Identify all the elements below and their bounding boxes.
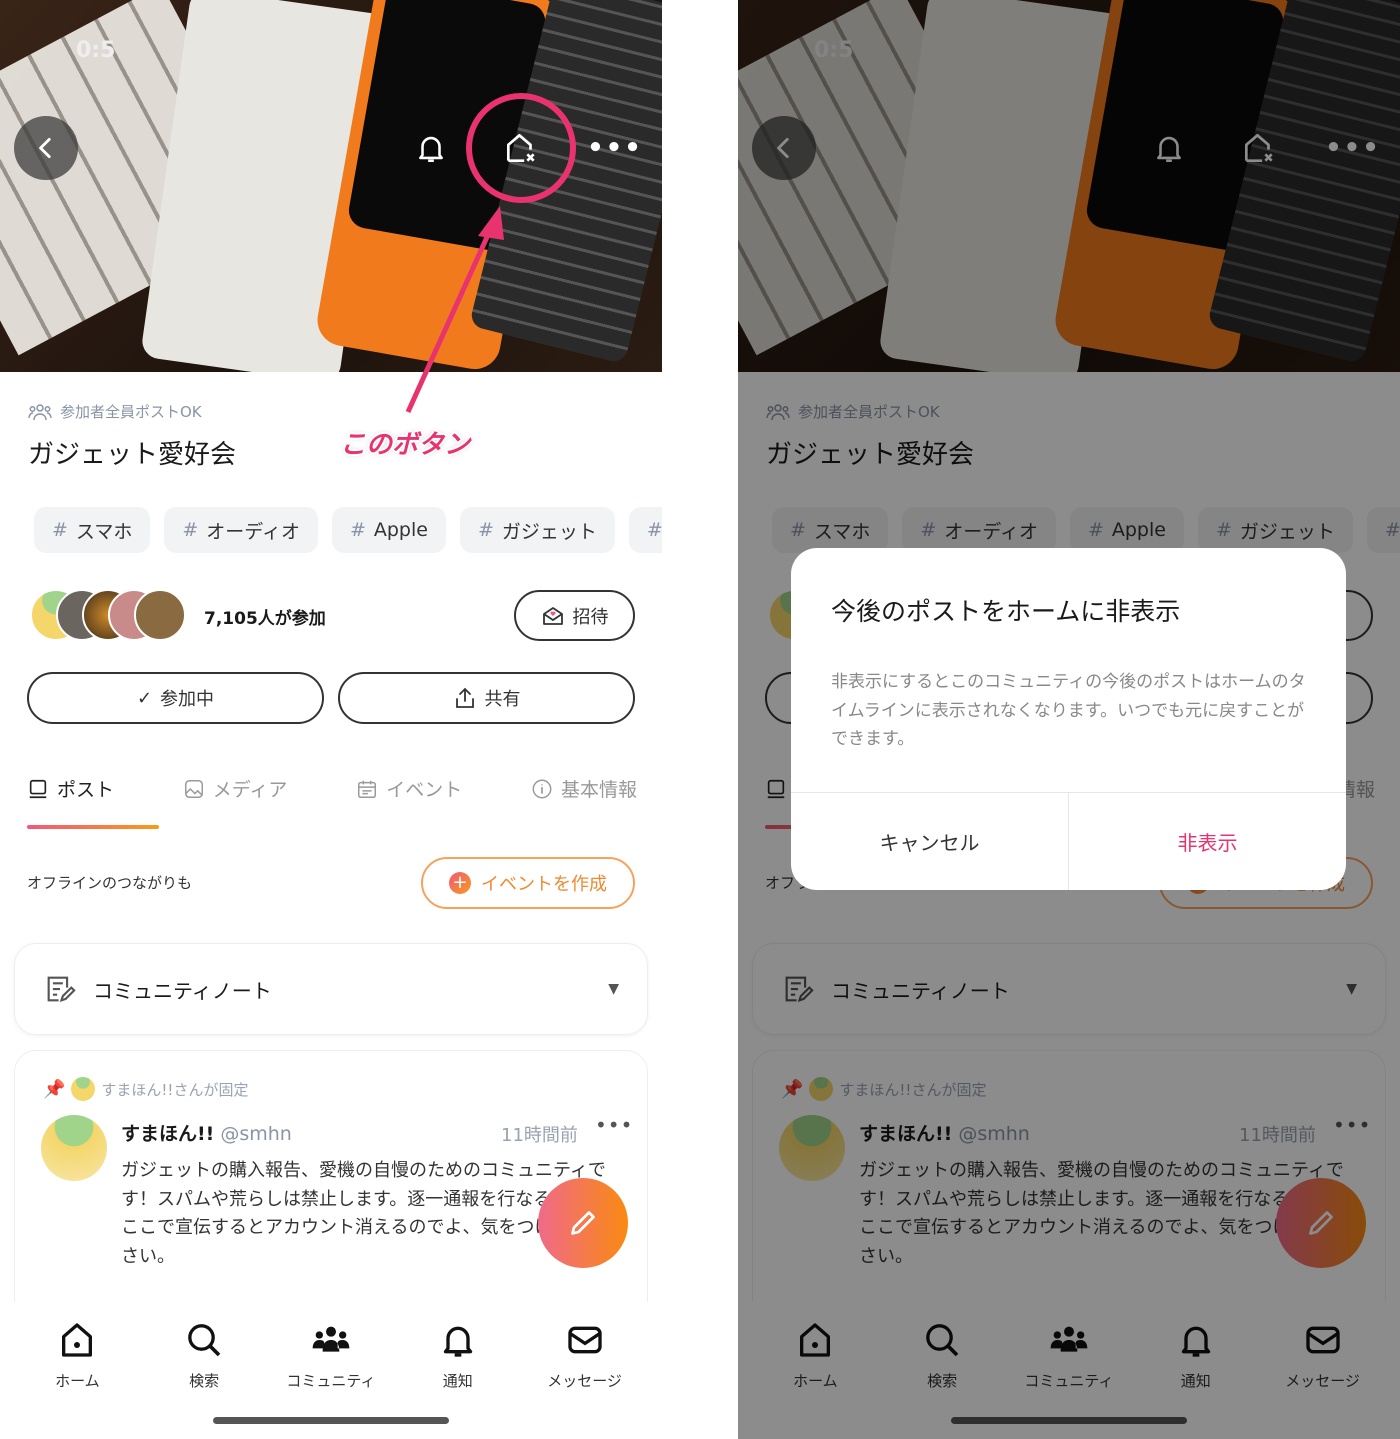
joined-label: 参加中 xyxy=(160,689,215,710)
avatar xyxy=(71,1077,96,1101)
member-avatars[interactable] xyxy=(30,589,186,641)
tag-label: オーディオ xyxy=(206,520,300,543)
tag-chip[interactable]: # スマホ xyxy=(34,507,151,553)
tab-media[interactable]: メディア xyxy=(183,775,288,802)
nav-label: 検索 xyxy=(189,1372,220,1390)
status-bar-time: 0:5 xyxy=(76,38,116,63)
note-icon xyxy=(47,976,76,1003)
cancel-button[interactable]: キャンセル xyxy=(791,793,1068,890)
permission-text: 参加者全員ポストOK xyxy=(60,403,202,421)
share-button[interactable]: 共有 xyxy=(338,672,635,724)
tab-events[interactable]: イベント xyxy=(356,775,462,802)
community-note[interactable]: コミュニティノート ▼ xyxy=(14,943,648,1035)
tag-chip[interactable]: #キ xyxy=(628,507,662,553)
tag-label: スマホ xyxy=(75,520,133,543)
author-avatar[interactable] xyxy=(41,1115,107,1181)
screen-before: 0:5 ••• 参加者全員ポストOK ガジェット愛好会 # スマホ # オーディオ … xyxy=(0,0,662,1439)
home-icon xyxy=(62,1323,93,1357)
tag-chip[interactable]: # ガジェット xyxy=(459,507,615,553)
annotation-label: このボタン xyxy=(340,430,471,460)
compose-button[interactable] xyxy=(538,1178,628,1268)
invite-mail-icon xyxy=(542,606,563,625)
invite-label: 招待 xyxy=(572,606,609,628)
members-icon xyxy=(28,403,52,420)
avatar xyxy=(134,589,186,641)
hide-posts-dialog: 今後のポストをホームに非表示 非表示にするとこのコミュニティの今後のポストはホー… xyxy=(791,548,1346,890)
info-icon xyxy=(532,779,552,798)
tab-info[interactable]: 基本情報 xyxy=(531,775,637,802)
nav-label: コミュニティ xyxy=(286,1372,376,1390)
nav-messages[interactable]: メッセージ xyxy=(530,1320,640,1439)
pinned-by-text: すまほん!!さんが固定 xyxy=(101,1080,249,1099)
tab-posts[interactable]: ポスト xyxy=(27,775,114,802)
pencil-icon xyxy=(571,1211,595,1235)
back-button[interactable] xyxy=(14,116,78,180)
image-icon xyxy=(184,779,203,798)
author-display-name: すまほん!! xyxy=(121,1123,215,1145)
plus-icon: + xyxy=(449,872,471,894)
community-header-image: 0:5 ••• xyxy=(0,0,662,372)
dialog-message: 非表示にするとこのコミュニティの今後のポストはホームのタイムラインに表示されなく… xyxy=(831,672,1306,749)
check-icon: ✓ xyxy=(136,687,153,709)
nav-label: ホーム xyxy=(55,1372,100,1390)
share-icon xyxy=(455,687,474,708)
author-name[interactable]: すまほん!! @smhn xyxy=(121,1119,292,1146)
tag-label: ガジェット xyxy=(501,520,597,543)
joined-button[interactable]: ✓ 参加中 xyxy=(27,672,324,724)
tag-list: #スマホ #オーディオ #Apple #ガジェット #キ xyxy=(34,507,662,553)
create-event-label: イベントを作成 xyxy=(481,874,607,895)
bell-icon xyxy=(443,1326,472,1357)
dialog-title: 今後のポストをホームに非表示 xyxy=(831,597,1181,626)
home-hide-icon xyxy=(506,133,535,163)
hide-button[interactable]: 非表示 xyxy=(1068,793,1346,890)
tab-label: ポスト xyxy=(57,779,115,801)
active-tab-indicator xyxy=(27,825,159,829)
post-icon xyxy=(29,779,47,798)
calendar-icon xyxy=(358,780,377,798)
chevron-left-icon xyxy=(39,137,51,159)
post-permission: 参加者全員ポストOK xyxy=(28,401,202,422)
event-prompt: オフラインのつながりも xyxy=(27,874,193,892)
tab-label: イベント xyxy=(386,779,463,801)
dialog-actions: キャンセル 非表示 xyxy=(791,792,1346,890)
community-title: ガジェット愛好会 xyxy=(28,440,237,470)
pinned-indicator: 📌 すまほん!!さんが固定 xyxy=(43,1077,248,1101)
community-icon xyxy=(312,1326,350,1352)
tag-chip[interactable]: # Apple xyxy=(331,507,446,553)
tag-chip[interactable]: # オーディオ xyxy=(164,507,318,553)
nav-label: メッセージ xyxy=(547,1372,622,1390)
member-count: 7,105人が参加 xyxy=(204,609,326,629)
post-more-button[interactable]: ••• xyxy=(595,1113,633,1137)
chevron-down-icon: ▼ xyxy=(608,981,619,997)
share-label: 共有 xyxy=(484,689,521,710)
hide-from-home-button[interactable] xyxy=(489,116,553,180)
mail-icon xyxy=(567,1326,602,1354)
bell-icon xyxy=(419,136,443,163)
tag-label: Apple xyxy=(373,519,428,541)
search-icon xyxy=(188,1324,221,1357)
invite-button[interactable]: 招待 xyxy=(514,590,635,641)
notification-button[interactable] xyxy=(399,116,463,180)
post-time: 11時間前 xyxy=(501,1125,578,1146)
author-handle: @smhn xyxy=(220,1123,292,1145)
content-tabs: ポスト メディア イベント 基本情報 xyxy=(27,775,637,802)
home-indicator[interactable] xyxy=(213,1417,449,1424)
note-label: コミュニティノート xyxy=(93,978,272,1003)
screen-after: 0:5 ••• 参加者全員ポストOK ガジェット愛好会 # スマホ # オーディオ … xyxy=(738,0,1400,1439)
tab-label: メディア xyxy=(212,779,288,801)
nav-home[interactable]: ホーム xyxy=(22,1320,132,1439)
pin-icon: 📌 xyxy=(43,1078,66,1100)
create-event-button[interactable]: + イベントを作成 xyxy=(421,857,635,909)
tab-label: 基本情報 xyxy=(560,779,637,801)
more-options-button[interactable]: ••• xyxy=(583,116,647,180)
nav-label: 通知 xyxy=(442,1372,473,1390)
